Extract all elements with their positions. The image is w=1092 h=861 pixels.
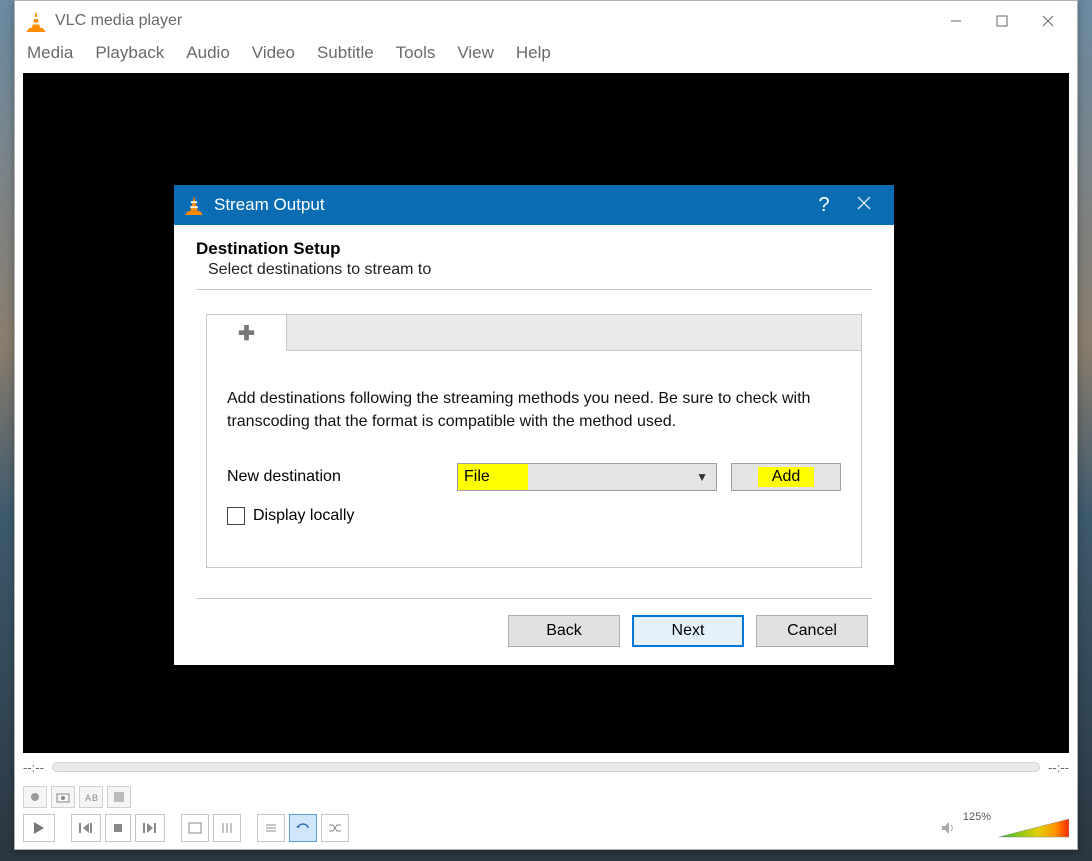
titlebar: VLC media player — [15, 1, 1077, 41]
volume-label: 125% — [963, 811, 991, 823]
destination-tab-panel: ✚ Add destinations following the streami… — [206, 314, 862, 568]
display-locally-label: Display locally — [253, 507, 354, 525]
dialog-subheading: Select destinations to stream to — [208, 261, 872, 279]
dialog-title: Stream Output — [214, 195, 804, 215]
menu-view[interactable]: View — [457, 43, 494, 63]
close-button[interactable] — [1025, 6, 1071, 36]
seek-track[interactable] — [52, 762, 1040, 772]
play-button[interactable] — [23, 814, 55, 842]
destination-dropdown[interactable]: File ▼ — [457, 463, 717, 491]
snapshot-icon[interactable] — [51, 786, 75, 808]
prev-button[interactable] — [71, 814, 101, 842]
fullscreen-button[interactable] — [181, 814, 209, 842]
player-controls: 125% — [23, 813, 1069, 843]
seekbar: --:-- --:-- — [23, 757, 1069, 777]
next-button[interactable]: Next — [632, 615, 744, 647]
cancel-button[interactable]: Cancel — [756, 615, 868, 647]
frame-icon[interactable] — [107, 786, 131, 808]
destination-selected: File — [458, 464, 528, 490]
minimize-button[interactable] — [933, 6, 979, 36]
menu-subtitle[interactable]: Subtitle — [317, 43, 374, 63]
menu-help[interactable]: Help — [516, 43, 551, 63]
time-elapsed: --:-- — [23, 760, 44, 775]
tab-strip: ✚ — [207, 315, 861, 351]
speaker-icon[interactable] — [939, 819, 957, 837]
dialog-heading: Destination Setup — [196, 239, 872, 259]
back-button[interactable]: Back — [508, 615, 620, 647]
stop-button[interactable] — [105, 814, 131, 842]
tab-content: Add destinations following the streaming… — [207, 351, 861, 567]
window-title: VLC media player — [55, 12, 933, 30]
vlc-cone-icon — [184, 195, 204, 215]
dialog-titlebar: Stream Output ? — [174, 185, 894, 225]
help-button[interactable]: ? — [804, 194, 844, 217]
playlist-button[interactable] — [257, 814, 285, 842]
svg-text:B: B — [92, 793, 98, 803]
volume-slider[interactable] — [999, 817, 1069, 839]
record-icon[interactable] — [23, 786, 47, 808]
add-tab-button[interactable]: ✚ — [207, 315, 287, 351]
menu-tools[interactable]: Tools — [396, 43, 436, 63]
menu-video[interactable]: Video — [252, 43, 295, 63]
mini-toolbar: AB — [23, 785, 1069, 809]
instruction-text: Add destinations following the streaming… — [227, 387, 841, 433]
dialog-body: Destination Setup Select destinations to… — [174, 225, 894, 665]
menubar: Media Playback Audio Video Subtitle Tool… — [15, 41, 1077, 71]
time-total: --:-- — [1048, 760, 1069, 775]
stream-output-dialog: Stream Output ? Destination Setup Select… — [174, 185, 894, 665]
vlc-cone-icon — [25, 10, 47, 32]
new-destination-label: New destination — [227, 468, 457, 486]
shuffle-button[interactable] — [321, 814, 349, 842]
loop-button[interactable] — [289, 814, 317, 842]
menu-audio[interactable]: Audio — [186, 43, 229, 63]
menu-media[interactable]: Media — [27, 43, 73, 63]
divider — [196, 598, 872, 599]
divider — [196, 289, 872, 290]
ext-settings-button[interactable] — [213, 814, 241, 842]
add-button[interactable]: Add — [731, 463, 841, 491]
next-button[interactable] — [135, 814, 165, 842]
maximize-button[interactable] — [979, 6, 1025, 36]
chevron-down-icon: ▼ — [688, 470, 716, 484]
dialog-buttons: Back Next Cancel — [196, 615, 872, 647]
display-locally-checkbox[interactable] — [227, 507, 245, 525]
atob-icon[interactable]: AB — [79, 786, 103, 808]
menu-playback[interactable]: Playback — [95, 43, 164, 63]
svg-text:A: A — [85, 793, 91, 803]
dialog-close-button[interactable] — [844, 196, 884, 215]
